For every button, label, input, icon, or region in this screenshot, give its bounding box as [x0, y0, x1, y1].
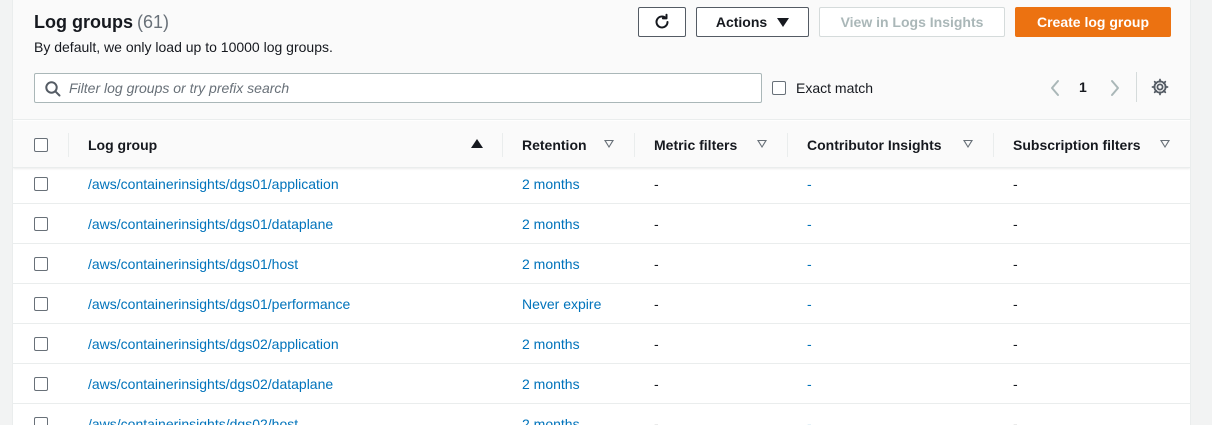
row-checkbox[interactable] [34, 337, 48, 351]
row-checkbox[interactable] [34, 257, 48, 271]
retention-link[interactable]: 2 months [522, 244, 580, 284]
column-divider [993, 133, 994, 157]
column-header-log-group[interactable]: Log group [88, 121, 157, 168]
sort-icon[interactable] [604, 140, 614, 148]
retention-link[interactable]: 2 months [522, 364, 580, 404]
actions-dropdown-button[interactable]: Actions [696, 7, 809, 37]
table-body: /aws/containerinsights/dgs01/application… [13, 164, 1190, 425]
subscription-filters-value: - [1013, 176, 1018, 192]
actions-label: Actions [715, 14, 768, 30]
row-select-cell [34, 284, 48, 324]
column-divider [634, 133, 635, 157]
select-all-cell [34, 121, 48, 168]
panel-header: Log groups (61) By default, we only load … [13, 0, 1190, 120]
retention-link[interactable]: 2 months [522, 404, 580, 425]
column-header-subscription-filters[interactable]: Subscription filters [1013, 121, 1141, 168]
page-subtitle: By default, we only load up to 10000 log… [34, 39, 333, 55]
row-checkbox[interactable] [34, 417, 48, 425]
retention-link[interactable]: 2 months [522, 204, 580, 244]
column-header-contributor-insights[interactable]: Contributor Insights [807, 121, 942, 168]
row-checkbox[interactable] [34, 217, 48, 231]
select-all-checkbox[interactable] [34, 137, 48, 152]
metric-filters-value: - [654, 176, 659, 192]
refresh-button[interactable] [638, 7, 686, 37]
exact-match-label: Exact match [796, 80, 874, 96]
metric-filters-value: - [654, 416, 659, 425]
table-row[interactable]: /aws/containerinsights/dgs02/application… [13, 324, 1190, 364]
contributor-insights-link[interactable]: - [807, 164, 812, 204]
log-group-link[interactable]: /aws/containerinsights/dgs01/performance [88, 284, 350, 324]
sort-icon[interactable] [1160, 140, 1170, 148]
refresh-icon [655, 13, 669, 29]
sort-icon[interactable] [757, 140, 767, 148]
column-header-metric-filters[interactable]: Metric filters [654, 121, 737, 168]
previous-page-icon[interactable] [1047, 78, 1063, 98]
table-row[interactable]: /aws/containerinsights/dgs01/performance… [13, 284, 1190, 324]
table-row[interactable]: /aws/containerinsights/dgs02/host 2 mont… [13, 404, 1190, 425]
row-select-cell [34, 164, 48, 204]
column-divider [502, 133, 503, 157]
table-row[interactable]: /aws/containerinsights/dgs01/application… [13, 164, 1190, 204]
search-icon [45, 81, 61, 97]
row-checkbox[interactable] [34, 177, 48, 191]
log-groups-panel: Log groups (61) By default, we only load … [12, 0, 1191, 425]
pagination-divider [1136, 72, 1137, 102]
column-divider [787, 133, 788, 157]
column-header-retention[interactable]: Retention [522, 121, 587, 168]
current-page-number[interactable]: 1 [1079, 79, 1087, 95]
gear-icon[interactable] [1151, 78, 1169, 96]
table-row[interactable]: /aws/containerinsights/dgs01/host 2 mont… [13, 244, 1190, 284]
subscription-filters-value: - [1013, 216, 1018, 232]
retention-link[interactable]: Never expire [522, 284, 601, 324]
metric-filters-value: - [654, 296, 659, 312]
row-select-cell [34, 324, 48, 364]
exact-match-toggle[interactable]: Exact match [772, 80, 873, 96]
contributor-insights-link[interactable]: - [807, 244, 812, 284]
metric-filters-value: - [654, 256, 659, 272]
page-title: Log groups (61) [34, 12, 169, 33]
log-group-link[interactable]: /aws/containerinsights/dgs02/dataplane [88, 364, 333, 404]
subscription-filters-value: - [1013, 416, 1018, 425]
metric-filters-value: - [654, 376, 659, 392]
contributor-insights-link[interactable]: - [807, 404, 812, 425]
row-select-cell [34, 244, 48, 284]
table-row[interactable]: /aws/containerinsights/dgs01/dataplane 2… [13, 204, 1190, 244]
column-divider [68, 133, 69, 157]
log-group-count: (61) [136, 12, 169, 32]
retention-link[interactable]: 2 months [522, 324, 580, 364]
next-page-icon[interactable] [1107, 78, 1123, 98]
row-select-cell [34, 404, 48, 425]
row-checkbox[interactable] [34, 297, 48, 311]
caret-down-icon [777, 17, 790, 27]
row-checkbox[interactable] [34, 377, 48, 391]
filter-input[interactable] [69, 78, 749, 98]
table-header: Log group Retention Metric filters Contr… [13, 121, 1190, 168]
subscription-filters-value: - [1013, 376, 1018, 392]
log-group-link[interactable]: /aws/containerinsights/dgs02/host [88, 404, 298, 425]
create-log-group-button[interactable]: Create log group [1015, 7, 1171, 37]
subscription-filters-value: - [1013, 256, 1018, 272]
metric-filters-value: - [654, 336, 659, 352]
row-select-cell [34, 204, 48, 244]
exact-match-checkbox[interactable] [772, 81, 786, 95]
view-in-logs-insights-button[interactable]: View in Logs Insights [819, 7, 1005, 37]
contributor-insights-link[interactable]: - [807, 364, 812, 404]
sort-icon[interactable] [963, 140, 973, 148]
log-group-link[interactable]: /aws/containerinsights/dgs01/host [88, 244, 298, 284]
retention-link[interactable]: 2 months [522, 164, 580, 204]
sort-ascending-icon[interactable] [471, 139, 483, 148]
filter-search-box[interactable] [34, 73, 762, 103]
title-text: Log groups [34, 12, 133, 32]
metric-filters-value: - [654, 216, 659, 232]
log-group-link[interactable]: /aws/containerinsights/dgs02/application [88, 324, 339, 364]
contributor-insights-link[interactable]: - [807, 324, 812, 364]
contributor-insights-link[interactable]: - [807, 204, 812, 244]
subscription-filters-value: - [1013, 336, 1018, 352]
log-group-link[interactable]: /aws/containerinsights/dgs01/application [88, 164, 339, 204]
row-select-cell [34, 364, 48, 404]
subscription-filters-value: - [1013, 296, 1018, 312]
contributor-insights-link[interactable]: - [807, 284, 812, 324]
table-row[interactable]: /aws/containerinsights/dgs02/dataplane 2… [13, 364, 1190, 404]
log-group-link[interactable]: /aws/containerinsights/dgs01/dataplane [88, 204, 333, 244]
